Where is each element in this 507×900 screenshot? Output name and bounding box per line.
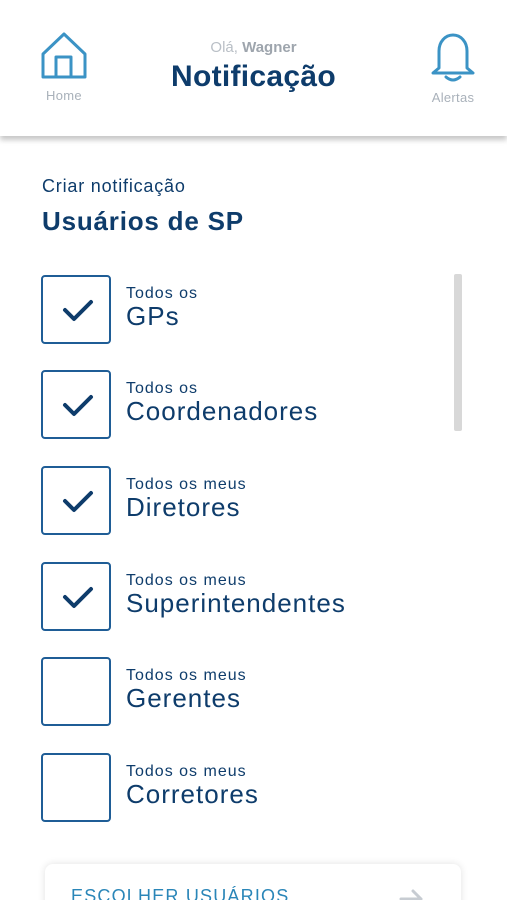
check-icon [63, 491, 93, 512]
option-label: Coordenadores [126, 396, 319, 426]
option-label: Gerentes [126, 683, 241, 713]
checkbox[interactable] [41, 657, 111, 726]
option-label: Superintendentes [126, 588, 346, 618]
greeting-prefix: Olá, [210, 39, 238, 56]
option-coordenadores[interactable]: Todos os Coordenadores [41, 370, 441, 440]
section-title: Usuários de SP [42, 206, 244, 236]
user-name: Wagner [242, 39, 297, 56]
choose-users-label: ESCOLHER USUÁRIOS [71, 886, 290, 900]
checkbox[interactable] [41, 370, 111, 439]
checkbox[interactable] [41, 753, 111, 822]
scrollbar[interactable] [454, 274, 462, 431]
option-diretores[interactable]: Todos os meus Diretores [41, 466, 441, 536]
app-header: Home Olá, Wagner Notificação Alertas [0, 0, 507, 136]
option-label: GPs [126, 301, 180, 331]
option-corretores[interactable]: Todos os meus Corretores [41, 753, 441, 823]
subtitle: Criar notificação [42, 176, 186, 196]
bell-icon [431, 33, 475, 82]
checkbox[interactable] [41, 466, 111, 535]
check-icon [63, 587, 93, 608]
check-icon [63, 395, 93, 416]
choose-users-button[interactable]: ESCOLHER USUÁRIOS [45, 864, 461, 900]
option-label: Diretores [126, 492, 241, 522]
check-icon [63, 300, 93, 321]
option-superintendentes[interactable]: Todos os meus Superintendentes [41, 562, 441, 632]
option-label: Corretores [126, 779, 259, 809]
main-content: Criar notificação Usuários de SP Todos o… [0, 136, 507, 900]
checkbox[interactable] [41, 562, 111, 631]
option-gps[interactable]: Todos os GPs [41, 275, 441, 345]
alerts-button[interactable]: Alertas [418, 30, 488, 105]
option-gerentes[interactable]: Todos os meus Gerentes [41, 657, 441, 727]
checkbox[interactable] [41, 275, 111, 344]
alerts-label: Alertas [431, 90, 475, 105]
arrow-right-icon [399, 889, 423, 900]
